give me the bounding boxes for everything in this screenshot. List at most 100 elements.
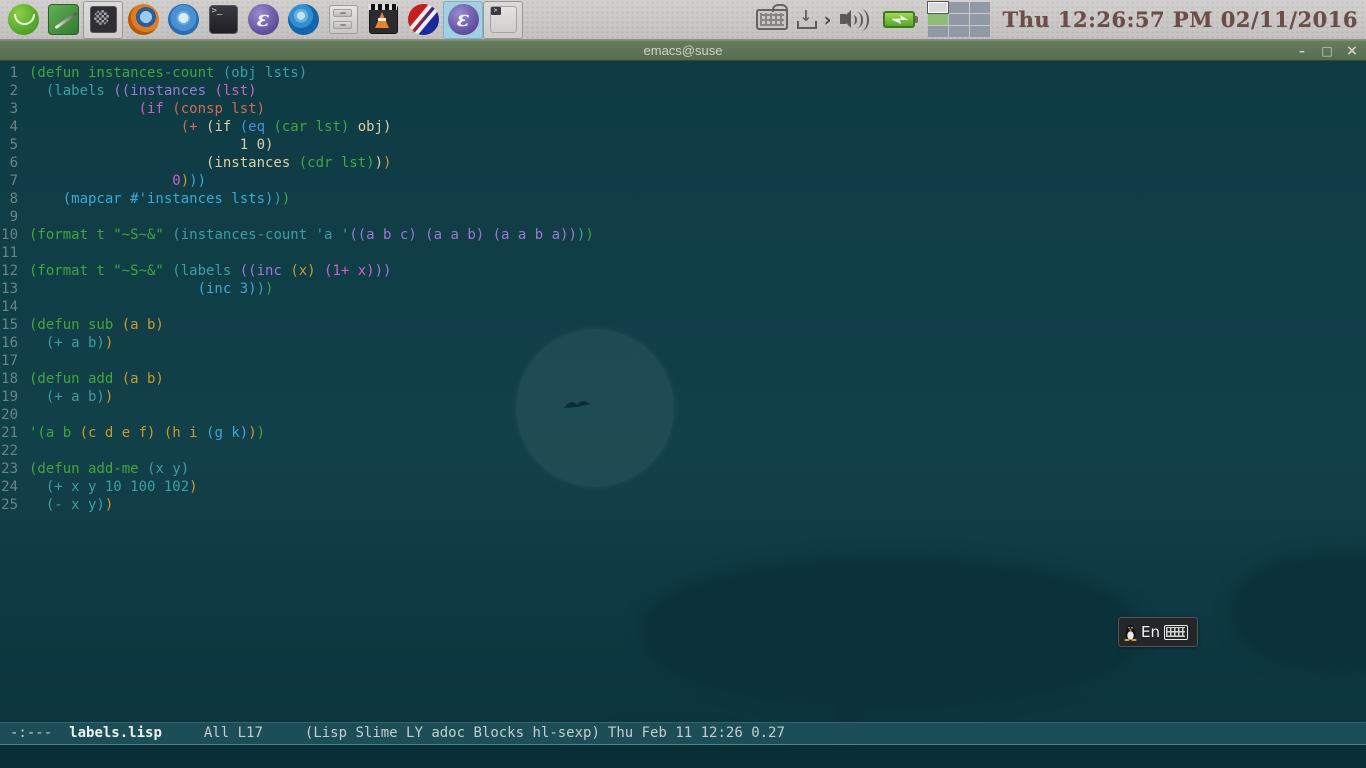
code-line: 17 xyxy=(0,352,1366,370)
input-method-indicator[interactable]: En xyxy=(1118,617,1198,647)
code-line: 1 (defun instances-count (obj lsts) xyxy=(0,64,1366,82)
tux-penguin-icon xyxy=(1124,624,1137,641)
line-number: 8 xyxy=(9,191,18,207)
line-number: 16 xyxy=(1,335,18,351)
wallpaper-tree-canopy xyxy=(640,557,1140,707)
pager-cell[interactable] xyxy=(949,26,970,37)
top-panel: › Thu 12:26:57 PM 02/11/2016 xyxy=(0,0,1366,40)
line-number: 22 xyxy=(1,443,18,459)
maximize-button[interactable]: □ xyxy=(1321,44,1333,58)
download-icon[interactable] xyxy=(796,7,817,30)
line-number: 5 xyxy=(9,137,18,153)
line-number: 4 xyxy=(9,119,18,135)
terminal-active-icon[interactable] xyxy=(483,0,523,39)
modeline-modes[interactable]: (Lisp Slime LY adoc Blocks hl-sexp) xyxy=(305,725,600,741)
modeline-position: All L17 xyxy=(203,725,263,741)
chevron-right-icon[interactable]: › xyxy=(824,10,832,30)
pager-cell-active[interactable] xyxy=(927,1,950,14)
code-line: 18 (defun add (a b) xyxy=(1,371,164,387)
pager-cell[interactable] xyxy=(949,2,970,13)
ime-keyboard-icon xyxy=(1163,624,1188,640)
terminal-icon[interactable] xyxy=(203,1,243,39)
code-line: 12 (format t "~S~&" (labels ((inc (x) (1+… xyxy=(1,263,392,279)
code-line: 16 (+ a b)) xyxy=(1,335,114,351)
code-line: 10 (format t "~S~&" (instances-count 'a '… xyxy=(1,227,594,243)
line-number: 19 xyxy=(1,389,18,405)
racket-icon[interactable] xyxy=(403,1,443,39)
code-line: 24 (+ x y 10 100 102) xyxy=(1,479,198,495)
code-line: 20 xyxy=(0,406,1366,424)
code-line: 6 (instances (cdr lst))) xyxy=(0,154,1366,172)
echo-area[interactable] xyxy=(0,745,1366,768)
media-player-icon[interactable] xyxy=(363,1,403,39)
line-number: 21 xyxy=(1,425,18,441)
line-number: 15 xyxy=(1,317,18,333)
code-line: 3 (if (consp lst) xyxy=(0,100,1366,118)
line-number: 7 xyxy=(9,173,18,189)
keyboard-layout-icon[interactable] xyxy=(755,4,788,30)
modeline-buffer-name[interactable]: labels.lisp xyxy=(69,725,162,741)
code-line: 25 (- x y)) xyxy=(1,497,114,513)
code-line: 14 xyxy=(0,298,1366,316)
pager-cell[interactable] xyxy=(928,26,949,37)
file-drawer-icon[interactable] xyxy=(323,1,363,39)
pager-cell[interactable] xyxy=(949,14,970,25)
volume-icon[interactable] xyxy=(840,8,874,32)
code-line: 13 (inc 3))) xyxy=(1,281,274,297)
minimize-button[interactable]: – xyxy=(1296,44,1308,58)
code-buffer[interactable]: 1 (defun instances-count (obj lsts) 2 (lab… xyxy=(0,62,1366,514)
system-tray: › xyxy=(755,1,991,37)
battery-icon[interactable] xyxy=(883,11,919,28)
line-number: 14 xyxy=(1,299,18,315)
modeline-prefix: -:--- xyxy=(10,725,53,741)
code-line: 9 xyxy=(0,208,1366,226)
workspace-pager xyxy=(927,1,991,37)
close-button[interactable]: × xyxy=(1346,43,1358,59)
network-globe-icon[interactable] xyxy=(283,1,323,39)
line-number: 1 xyxy=(9,65,18,81)
window-title: emacs@suse xyxy=(643,43,723,58)
ime-language-label: En xyxy=(1141,623,1160,641)
screenshot-tool-icon[interactable] xyxy=(83,0,123,39)
line-number: 10 xyxy=(1,227,18,243)
line-number: 18 xyxy=(1,371,18,387)
code-line: 15 (defun sub (a b) xyxy=(1,317,164,333)
modeline[interactable]: -:--- labels.lisp All L17 (Lisp Slime LY ad… xyxy=(0,722,1366,745)
emacs-icon[interactable] xyxy=(243,1,283,39)
launcher-bar xyxy=(0,0,523,39)
window-titlebar[interactable]: emacs@suse – □ × xyxy=(0,40,1366,61)
panel-clock[interactable]: Thu 12:26:57 PM 02/11/2016 xyxy=(1002,7,1358,32)
line-number: 24 xyxy=(1,479,18,495)
firefox-icon[interactable] xyxy=(123,1,163,39)
line-number: 9 xyxy=(9,209,18,225)
desktop: › Thu 12:26:57 PM 02/11/2016 emacs@suse … xyxy=(0,0,1366,768)
line-number: 13 xyxy=(1,281,18,297)
code-line: 7 0))) xyxy=(0,172,1366,190)
chromium-icon[interactable] xyxy=(163,1,203,39)
paint-editor-icon[interactable] xyxy=(43,1,83,39)
line-number: 23 xyxy=(1,461,18,477)
emacs-active-icon[interactable] xyxy=(443,0,483,39)
code-line: 22 xyxy=(0,442,1366,460)
pager-cell-occupied[interactable] xyxy=(928,14,949,25)
pager-cell[interactable] xyxy=(970,14,991,25)
line-number: 20 xyxy=(1,407,18,423)
pager-cell[interactable] xyxy=(970,26,991,37)
line-number: 17 xyxy=(1,353,18,369)
line-number: 6 xyxy=(9,155,18,171)
code-line: 8 (mapcar #'instances lsts))) xyxy=(0,190,1366,208)
code-line: 11 xyxy=(0,244,1366,262)
line-number: 11 xyxy=(1,245,18,261)
editor-workspace: 1 (defun instances-count (obj lsts) 2 (lab… xyxy=(0,62,1366,768)
line-number: 3 xyxy=(9,101,18,117)
pager-cell[interactable] xyxy=(970,2,991,13)
code-line: 5 1 0) xyxy=(0,136,1366,154)
code-line: 21 '(a b (c d e f) (h i (g k))) xyxy=(1,425,266,441)
line-number: 12 xyxy=(1,263,18,279)
window-controls: – □ × xyxy=(1296,41,1358,61)
modeline-datetime: Thu Feb 11 12:26 0.27 xyxy=(607,725,785,741)
code-line: 23 (defun add-me (x y) xyxy=(1,461,190,477)
line-number: 25 xyxy=(1,497,18,513)
opensuse-icon[interactable] xyxy=(3,1,43,39)
code-line: 19 (+ a b)) xyxy=(1,389,114,405)
